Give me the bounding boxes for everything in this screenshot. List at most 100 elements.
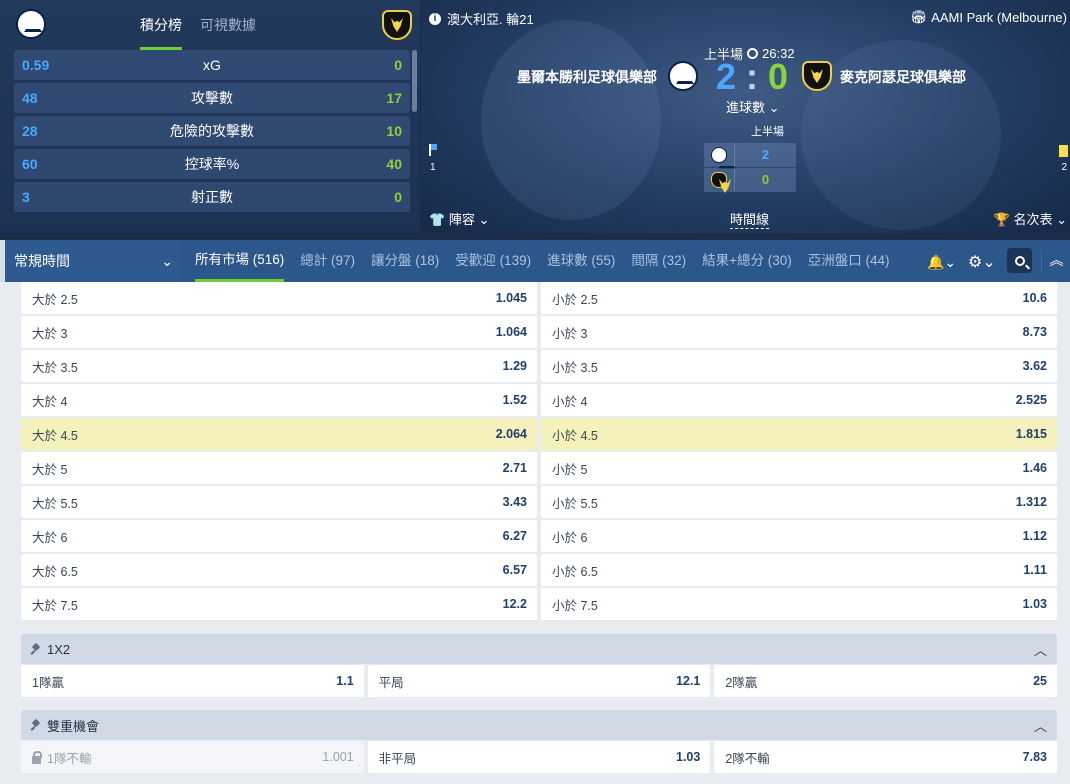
stat-away-value: 10 (386, 123, 402, 139)
away-team-logo (802, 61, 832, 91)
odds-label: 小於 6.5 (552, 564, 598, 579)
market-header-1x2[interactable]: 1X2 ︿ (21, 634, 1057, 664)
away-team-name: 麥克阿瑟足球俱樂部 (840, 69, 966, 85)
chevron-up-icon[interactable]: ︿ (1034, 716, 1047, 735)
lineup-button[interactable]: 👕 陣容 ⌄ (429, 209, 489, 228)
odds-value: 8.73 (1022, 325, 1047, 339)
tab-all-markets[interactable]: 所有市場 (516) (195, 240, 285, 282)
odds-cell-under[interactable]: 小於 3 8.73 (541, 316, 1057, 348)
odds-cell-over[interactable]: 大於 3.5 1.29 (21, 350, 537, 382)
chevron-up-icon[interactable]: ︿ (1034, 640, 1047, 659)
odds-cell-over[interactable]: 大於 2.5 1.045 (21, 282, 537, 314)
tab-intervals[interactable]: 間隔 (32) (631, 240, 686, 282)
odds-label: 大於 6 (32, 530, 68, 545)
odds-cell-over[interactable]: 大於 4.5 2.064 (21, 418, 537, 450)
odds-cell-over[interactable]: 大於 6 6.27 (21, 520, 537, 552)
tab-result-total[interactable]: 結果+總分 (30) (702, 240, 792, 282)
tab-goals[interactable]: 進球數 (55) (547, 240, 615, 282)
odds-cell[interactable]: 2隊不輸 7.83 (714, 741, 1058, 773)
timeline-button[interactable]: 時間線 (730, 209, 770, 229)
market-title: 雙重機會 (47, 718, 100, 734)
odds-label: 小於 3 (552, 326, 588, 341)
period-select[interactable]: 常規時間 ⌄ (5, 240, 182, 282)
standings-label: 名次表 (1013, 212, 1053, 227)
home-score: 2 (716, 56, 737, 97)
odds-cell-under[interactable]: 小於 2.5 10.6 (541, 282, 1057, 314)
odds-value: 25 (1033, 674, 1048, 688)
collapse-icon[interactable]: ︽ (1041, 250, 1070, 272)
stat-row: 3 射正數 0 (14, 182, 410, 212)
odds-cell[interactable]: 2隊贏 25 (714, 665, 1058, 697)
standings-button[interactable]: 🏆 名次表 ⌄ (994, 209, 1067, 228)
info-icon: i (429, 12, 441, 25)
tab-popular[interactable]: 受歡迎 (139) (455, 240, 531, 282)
stats-scrollbar[interactable] (412, 50, 417, 112)
odds-label: 小於 6 (552, 530, 588, 545)
odds-value: 2.71 (502, 461, 527, 475)
odds-cell-locked: 1隊不輸 1.001 (21, 741, 364, 773)
odds-label-text: 1隊不輸 (47, 751, 92, 766)
odds-content: 大於 2.5 1.045 小於 2.5 10.6 大於 3 1.064 小於 3 8.7… (21, 282, 1058, 784)
odds-label: 2隊贏 (725, 675, 758, 690)
odds-cell[interactable]: 平局 12.1 (367, 665, 711, 697)
stat-home-value: 48 (22, 90, 38, 106)
away-score: 0 (768, 56, 789, 97)
home-team-icon (704, 143, 736, 169)
odds-value: 1.815 (1015, 427, 1047, 441)
market-header-double-chance[interactable]: 雙重機會 ︿ (21, 710, 1057, 740)
tab-standings[interactable]: 積分榜 (140, 15, 182, 50)
stat-away-value: 0 (394, 57, 402, 73)
tab-visual-data[interactable]: 可視數據 (200, 15, 256, 50)
stat-away-value: 40 (386, 156, 402, 172)
bell-icon[interactable]: 🔔⌄ (927, 254, 956, 271)
tab-totals[interactable]: 總計 (97) (300, 240, 355, 282)
odds-label: 大於 4.5 (32, 428, 78, 443)
odds-cell-over[interactable]: 大於 7.5 12.2 (21, 588, 537, 620)
stat-selector-dropdown[interactable]: 進球數 ⌄ (726, 97, 780, 116)
odds-cell-under[interactable]: 小於 3.5 3.62 (541, 350, 1057, 382)
odds-cell-under[interactable]: 小於 6 1.12 (541, 520, 1057, 552)
odds-label: 小於 5.5 (552, 496, 598, 511)
odds-cell-under[interactable]: 小於 7.5 1.03 (541, 588, 1057, 620)
stats-tabs: 積分榜 可視數據 (140, 15, 256, 50)
odds-cell[interactable]: 非平局 1.03 (367, 741, 711, 773)
odds-label: 大於 4 (32, 394, 68, 409)
tab-handicap[interactable]: 讓分盤 (18) (371, 240, 439, 282)
market-navbar: 常規時間 ⌄ 所有市場 (516) 總計 (97) 讓分盤 (18) 受歡迎 (… (0, 240, 1070, 282)
stat-home-value: 0.59 (22, 57, 50, 73)
odds-cell-over[interactable]: 大於 6.5 6.57 (21, 554, 537, 586)
odds-label: 大於 5.5 (32, 496, 78, 511)
odds-cell-over[interactable]: 大於 5.5 3.43 (21, 486, 537, 518)
pin-icon[interactable] (31, 720, 41, 730)
tab-asian-handicap[interactable]: 亞洲盤口 (44) (808, 240, 890, 282)
odds-label: 小於 4 (552, 394, 588, 409)
odds-row: 大於 2.5 1.045 小於 2.5 10.6 (21, 282, 1057, 314)
gear-icon[interactable]: ⚙⌄ (968, 252, 996, 272)
odds-row: 大於 4 1.52 小於 4 2.525 (21, 384, 1057, 416)
odds-cell-under[interactable]: 小於 4 2.525 (541, 384, 1057, 416)
odds-value: 1.52 (502, 393, 527, 407)
odds-cell-over[interactable]: 大於 3 1.064 (21, 316, 537, 348)
odds-cell-under[interactable]: 小於 5.5 1.312 (541, 486, 1057, 518)
odds-value: 1.1 (336, 674, 354, 688)
odds-cell-over[interactable]: 大於 4 1.52 (21, 384, 537, 416)
stat-row: 0.59 xG 0 (14, 50, 410, 80)
odds-row-highlighted: 大於 4.5 2.064 小於 4.5 1.815 (21, 418, 1057, 450)
pin-icon[interactable] (31, 644, 41, 654)
odds-cell-under[interactable]: 小於 6.5 1.11 (541, 554, 1057, 586)
odds-row: 大於 6.5 6.57 小於 6.5 1.11 (21, 554, 1057, 586)
search-button[interactable] (1007, 248, 1032, 273)
stat-selector-label: 進球數 (726, 100, 766, 115)
odds-cell-under[interactable]: 小於 5 1.46 (541, 452, 1057, 484)
odds-cell-over[interactable]: 大於 5 2.71 (21, 452, 537, 484)
odds-value: 1.045 (495, 291, 527, 305)
score-separator: : (746, 56, 759, 97)
market-tabs: 所有市場 (516) 總計 (97) 讓分盤 (18) 受歡迎 (139) 進球… (182, 240, 1070, 282)
stat-row: 48 攻擊數 17 (14, 83, 410, 113)
league-info[interactable]: i 澳大利亞. 輪21 (429, 9, 534, 28)
odds-value: 12.2 (502, 597, 527, 611)
half-home-value: 2 (734, 143, 796, 167)
odds-cell-under[interactable]: 小於 4.5 1.815 (541, 418, 1057, 450)
odds-cell[interactable]: 1隊贏 1.1 (21, 665, 364, 697)
odds-label: 小於 4.5 (552, 428, 598, 443)
